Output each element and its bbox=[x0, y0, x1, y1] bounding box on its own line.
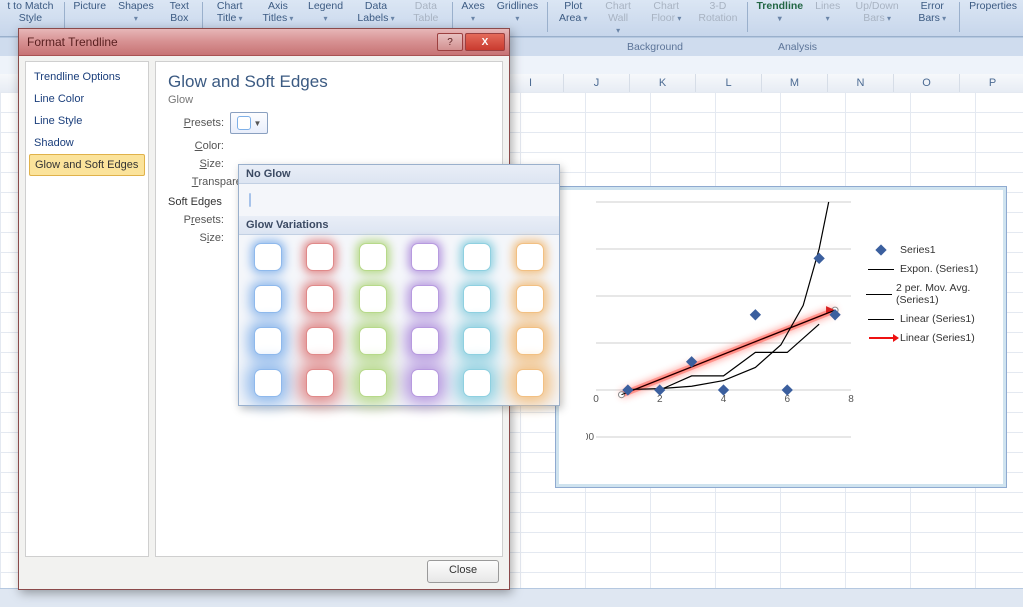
glow-variation-swatch[interactable] bbox=[463, 285, 491, 313]
label-size: Size: bbox=[168, 158, 224, 170]
label-presets2: Presets: bbox=[168, 214, 224, 226]
legend-mavg[interactable]: 2 per. Mov. Avg. (Series1) bbox=[866, 282, 996, 306]
label-presets: Presets: bbox=[168, 117, 224, 129]
glow-preset-dropdown[interactable]: ▼ bbox=[230, 112, 268, 134]
glow-variation-swatch[interactable] bbox=[306, 285, 334, 313]
glow-variation-swatch[interactable] bbox=[359, 327, 387, 355]
nav-shadow[interactable]: Shadow bbox=[26, 132, 148, 154]
pane-heading: Glow and Soft Edges bbox=[168, 72, 490, 92]
ribbon-cmd-properties[interactable]: Properties bbox=[963, 0, 1023, 12]
chart-legend[interactable]: Series1 Expon. (Series1) 2 per. Mov. Avg… bbox=[866, 237, 996, 351]
col-header[interactable]: K bbox=[630, 74, 696, 92]
ribbon-cmd-legend[interactable]: Legend▾ bbox=[302, 0, 349, 25]
glow-variation-swatch[interactable] bbox=[411, 327, 439, 355]
glow-variation-swatch[interactable] bbox=[359, 243, 387, 271]
col-header[interactable]: O bbox=[894, 74, 960, 92]
ribbon-cmd-charttitle[interactable]: Chart Title ▾ bbox=[206, 0, 254, 25]
glow-variation-swatch[interactable] bbox=[254, 285, 282, 313]
ribbon-cmd-shapes[interactable]: Shapes▾ bbox=[112, 0, 160, 25]
ribbon-cmd-chartwall: Chart Wall▾ bbox=[596, 0, 641, 37]
glow-variation-swatch[interactable] bbox=[306, 369, 334, 397]
ribbon-cmd-updownbars: Up/Down Bars ▾ bbox=[846, 0, 908, 25]
ribbon-cmd-lines: Lines▾ bbox=[809, 0, 846, 25]
nav-line-style[interactable]: Line Style bbox=[26, 110, 148, 132]
glow-variation-swatch[interactable] bbox=[359, 369, 387, 397]
col-header[interactable]: N bbox=[828, 74, 894, 92]
glow-variation-swatch[interactable] bbox=[463, 369, 491, 397]
glow-presets-popup: No Glow Glow Variations bbox=[238, 164, 560, 406]
glow-variation-swatch[interactable] bbox=[306, 327, 334, 355]
svg-text:-500: -500 bbox=[586, 432, 594, 443]
legend-expon[interactable]: Expon. (Series1) bbox=[866, 263, 996, 275]
chart-plot-area[interactable]: 0 2 4 6 8 -500 bbox=[586, 197, 856, 457]
ribbon-cmd-gridlines[interactable]: Gridlines▾ bbox=[491, 0, 544, 25]
glow-variation-swatch[interactable] bbox=[411, 243, 439, 271]
ribbon-cmd-plotarea[interactable]: Plot Area ▾ bbox=[551, 0, 596, 25]
nav-trendline-options[interactable]: Trendline Options bbox=[26, 66, 148, 88]
popup-header-noglow: No Glow bbox=[239, 165, 559, 184]
line-icon bbox=[868, 319, 894, 320]
glow-variation-swatch[interactable] bbox=[516, 327, 544, 355]
ribbon-cmd-axistitles[interactable]: Axis Titles ▾ bbox=[254, 0, 302, 25]
svg-text:2: 2 bbox=[657, 394, 663, 405]
svg-text:6: 6 bbox=[784, 394, 790, 405]
label-transparency: Transparen bbox=[168, 176, 248, 188]
glow-variation-swatch[interactable] bbox=[359, 285, 387, 313]
line-icon bbox=[866, 294, 892, 295]
glow-variation-swatch[interactable] bbox=[254, 327, 282, 355]
glow-variation-swatch[interactable] bbox=[463, 243, 491, 271]
glow-variation-swatch[interactable] bbox=[411, 285, 439, 313]
svg-text:0: 0 bbox=[593, 394, 599, 405]
glow-option-none[interactable] bbox=[249, 193, 251, 207]
diamond-icon bbox=[875, 244, 886, 255]
popup-header-variations: Glow Variations bbox=[239, 216, 559, 235]
legend-series1[interactable]: Series1 bbox=[866, 244, 996, 256]
arrow-icon bbox=[869, 337, 893, 339]
glow-variation-grid bbox=[239, 235, 559, 405]
legend-linear-glow[interactable]: Linear (Series1) bbox=[866, 332, 996, 344]
dialog-nav: Trendline Options Line Color Line Style … bbox=[25, 61, 149, 557]
col-header[interactable]: J bbox=[564, 74, 630, 92]
svg-text:8: 8 bbox=[848, 394, 854, 405]
glow-variation-swatch[interactable] bbox=[463, 327, 491, 355]
dialog-close-button[interactable]: Close bbox=[427, 560, 499, 583]
label-color: Color: bbox=[168, 140, 224, 152]
pane-sub-glow: Glow bbox=[168, 94, 490, 106]
ribbon-cmd-datalabels[interactable]: Data Labels ▾ bbox=[349, 0, 403, 25]
ribbon-cmd-axes[interactable]: Axes▾ bbox=[455, 0, 490, 25]
col-header[interactable]: L bbox=[696, 74, 762, 92]
nav-line-color[interactable]: Line Color bbox=[26, 88, 148, 110]
dialog-title: Format Trendline bbox=[27, 35, 118, 49]
glow-variation-swatch[interactable] bbox=[411, 369, 439, 397]
dialog-help-button[interactable]: ? bbox=[437, 33, 463, 51]
nav-glow-softedges[interactable]: Glow and Soft Edges bbox=[29, 154, 145, 176]
dialog-titlebar[interactable]: Format Trendline ? X bbox=[19, 29, 509, 56]
dialog-close-x[interactable]: X bbox=[465, 33, 505, 51]
ribbon-cmd-trendline[interactable]: Trendline▾ bbox=[750, 0, 809, 25]
glow-variation-swatch[interactable] bbox=[516, 369, 544, 397]
sheet-tabs[interactable] bbox=[0, 588, 1023, 607]
glow-variation-swatch[interactable] bbox=[306, 243, 334, 271]
glow-variation-swatch[interactable] bbox=[516, 285, 544, 313]
embedded-chart[interactable]: 0 2 4 6 8 -500 Series1 Expon. (Series1) 2 per… bbox=[555, 186, 1007, 488]
ribbon-cmd-textbox[interactable]: Text Box bbox=[160, 0, 199, 24]
glow-variation-swatch[interactable] bbox=[254, 243, 282, 271]
glow-variation-swatch[interactable] bbox=[516, 243, 544, 271]
legend-linear[interactable]: Linear (Series1) bbox=[866, 313, 996, 325]
col-header[interactable]: M bbox=[762, 74, 828, 92]
square-icon bbox=[237, 116, 251, 130]
ribbon-cmd-3drotation: 3-D Rotation bbox=[692, 0, 744, 24]
line-icon bbox=[868, 269, 894, 270]
ribbon-cmd-chartfloor: Chart Floor ▾ bbox=[640, 0, 692, 25]
glow-variation-swatch[interactable] bbox=[254, 369, 282, 397]
ribbon-cmd-matchstyle[interactable]: t to Match Style bbox=[0, 0, 61, 24]
label-size2: Size: bbox=[168, 232, 224, 244]
col-header[interactable]: P bbox=[960, 74, 1023, 92]
ribbon-cmd-errorbars[interactable]: Error Bars ▾ bbox=[908, 0, 956, 25]
ribbon-cmd-picture[interactable]: Picture bbox=[67, 0, 112, 12]
svg-text:4: 4 bbox=[721, 394, 727, 405]
